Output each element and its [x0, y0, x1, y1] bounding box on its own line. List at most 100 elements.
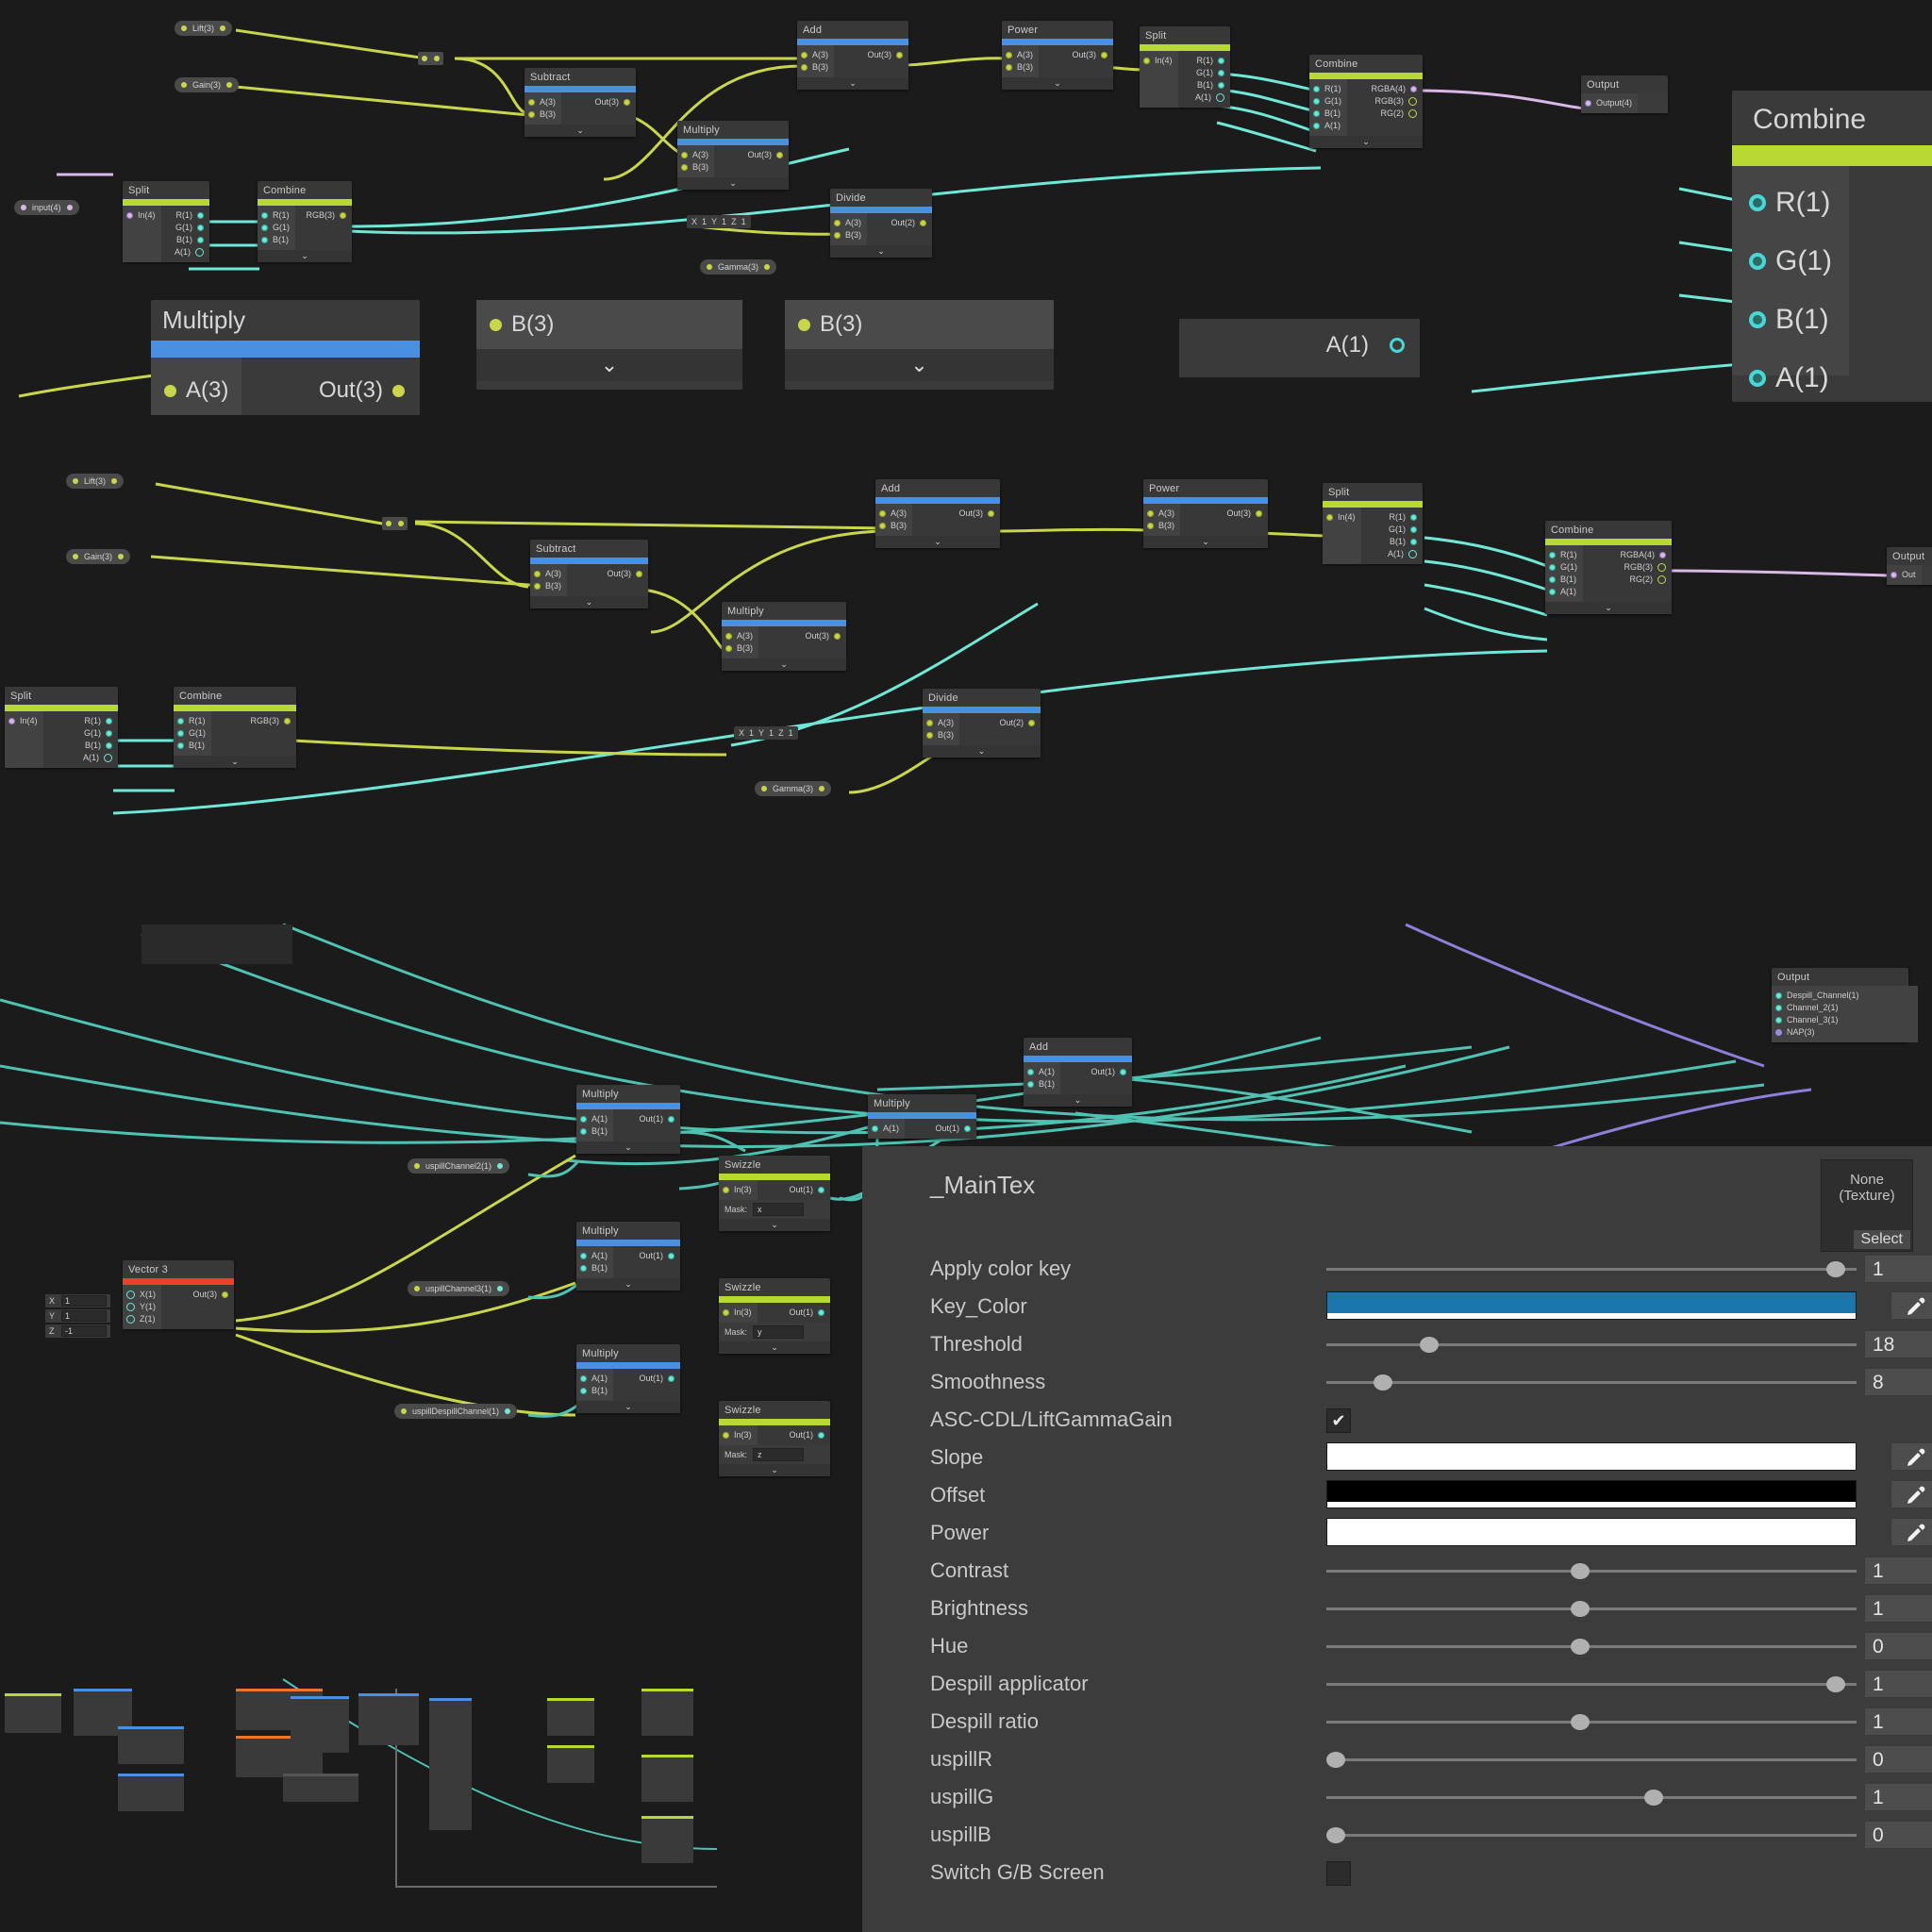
- node-output-port[interactable]: Out(1): [910, 1123, 971, 1135]
- node-input-port[interactable]: A(1): [580, 1373, 608, 1385]
- property-pill-uspill-despill-channel[interactable]: uspillDespillChannel(1): [394, 1404, 518, 1419]
- node-subtract-mid[interactable]: Subtract A(3) B(3) Out(3) ⌄: [530, 540, 648, 608]
- node-output-port[interactable]: B(1): [167, 234, 204, 246]
- property-pill-gamma-top[interactable]: Gamma(3): [700, 259, 777, 275]
- mini-node[interactable]: [291, 1696, 349, 1753]
- property-control[interactable]: 0: [1307, 1816, 1932, 1854]
- eyedropper-icon[interactable]: [1890, 1518, 1932, 1546]
- node-output-port[interactable]: RGB(3): [217, 715, 291, 727]
- slider-track[interactable]: [1326, 1381, 1857, 1384]
- node-input-port[interactable]: B(1): [580, 1385, 608, 1397]
- node-input-port[interactable]: B(3): [725, 642, 753, 655]
- node-output-port[interactable]: Out(2): [873, 217, 926, 229]
- node-input-port[interactable]: B(3): [834, 229, 861, 242]
- reroute-node-mid[interactable]: [382, 517, 408, 530]
- swizzle-mask-row[interactable]: Mask: z: [719, 1445, 830, 1464]
- chevron-down-icon[interactable]: ⌄: [1545, 602, 1672, 614]
- mini-node[interactable]: [641, 1816, 693, 1863]
- node-input-port[interactable]: B(3): [490, 311, 554, 338]
- node-output-port[interactable]: Out(3): [1186, 508, 1262, 520]
- property-control[interactable]: 8: [1307, 1363, 1932, 1401]
- node-split-mid-left[interactable]: Split In(4) R(1) G(1) B(1) A(1): [5, 687, 118, 768]
- node-divide-mid[interactable]: Divide A(3) B(3) Out(2) ⌄: [923, 689, 1041, 758]
- property-control[interactable]: 1: [1307, 1665, 1932, 1703]
- chevron-down-icon[interactable]: ⌄: [1143, 536, 1268, 548]
- node-input-port[interactable]: B(3): [798, 311, 862, 338]
- node-input-port[interactable]: A(3): [879, 508, 907, 520]
- node-output-port[interactable]: A(1): [1326, 332, 1405, 358]
- node-add-bottom[interactable]: Add A(1) B(1) Out(1) ⌄: [1024, 1038, 1132, 1107]
- mini-node[interactable]: [5, 1693, 61, 1733]
- y-value[interactable]: 1: [722, 217, 726, 226]
- node-output-port[interactable]: Out(3): [573, 568, 642, 580]
- node-input-port[interactable]: B(3): [534, 580, 561, 592]
- mini-node[interactable]: [641, 1689, 693, 1736]
- x-value[interactable]: 1: [749, 728, 754, 738]
- node-output-port[interactable]: B(1): [1184, 79, 1224, 92]
- property-control[interactable]: [1307, 1288, 1932, 1325]
- chevron-down-icon[interactable]: ⌄: [722, 658, 846, 671]
- node-input-port[interactable]: B(1): [580, 1262, 608, 1274]
- property-control[interactable]: 1: [1307, 1590, 1932, 1627]
- mini-node[interactable]: [283, 1774, 358, 1802]
- node-input-port[interactable]: A(1): [872, 1123, 899, 1135]
- chevron-down-icon[interactable]: ⌄: [1002, 77, 1113, 90]
- node-input-port[interactable]: A(3): [164, 377, 228, 404]
- node-output-port[interactable]: RGBA: [1858, 187, 1932, 219]
- node-combine-mid-left[interactable]: Combine R(1) G(1) B(1) RGB(3) ⌄: [174, 687, 296, 768]
- node-input-port[interactable]: Y(1): [126, 1301, 156, 1313]
- slider-track[interactable]: [1326, 1683, 1857, 1686]
- color-swatch[interactable]: [1326, 1518, 1857, 1546]
- node-output-port[interactable]: RG(2): [1589, 574, 1666, 586]
- mini-node[interactable]: [142, 924, 292, 964]
- node-output-port[interactable]: Out(3): [840, 49, 903, 61]
- zoom-node-b3-right[interactable]: B(3) ⌄: [785, 300, 1054, 390]
- node-input-port[interactable]: A(3): [681, 149, 708, 161]
- vector-xyz-strip-mid[interactable]: X 1 Y 1 Z 1: [734, 726, 798, 740]
- property-control[interactable]: 1: [1307, 1552, 1932, 1590]
- node-input-port[interactable]: X(1): [126, 1289, 156, 1301]
- value-input[interactable]: 1: [1864, 1670, 1932, 1698]
- node-input-port[interactable]: Z(1): [126, 1313, 156, 1325]
- chevron-down-icon[interactable]: ⌄: [576, 1141, 680, 1154]
- node-input-port[interactable]: A(3): [926, 717, 954, 729]
- node-input-port[interactable]: G(1): [1549, 561, 1577, 574]
- node-input-port[interactable]: G(1): [177, 727, 206, 740]
- swizzle-mask-row[interactable]: Mask: x: [719, 1200, 830, 1219]
- property-control[interactable]: 18: [1307, 1325, 1932, 1363]
- node-output-port[interactable]: Out(3): [167, 1289, 228, 1301]
- node-split-top[interactable]: Split In(4) R(1) G(1) B(1) A(1): [1140, 26, 1230, 108]
- z-value[interactable]: 1: [789, 728, 793, 738]
- node-output-port[interactable]: A(1): [49, 752, 112, 764]
- node-input-port[interactable]: In(4): [8, 715, 38, 727]
- property-control[interactable]: ✔: [1307, 1401, 1932, 1439]
- mask-input[interactable]: z: [753, 1448, 805, 1461]
- value-input[interactable]: 1: [1864, 1557, 1932, 1585]
- node-input-port[interactable]: B(3): [681, 161, 708, 174]
- property-control[interactable]: [1307, 1514, 1932, 1552]
- node-divide-top[interactable]: Divide A(3) B(3) Out(2) ⌄: [830, 189, 932, 258]
- node-multiply-mid[interactable]: Multiply A(3) B(3) Out(3) ⌄: [722, 602, 846, 671]
- node-input-port[interactable]: A(1): [580, 1250, 608, 1262]
- node-output-port[interactable]: G(1): [1184, 67, 1224, 79]
- mask-input[interactable]: x: [753, 1203, 805, 1216]
- value-input[interactable]: 1: [1864, 1594, 1932, 1623]
- node-input-port[interactable]: A(1): [1027, 1066, 1055, 1078]
- node-input-port[interactable]: A(3): [534, 568, 561, 580]
- node-input-port[interactable]: A(3): [725, 630, 753, 642]
- node-input-port[interactable]: In(3): [723, 1307, 752, 1319]
- x-value[interactable]: 1: [702, 217, 707, 226]
- mini-node[interactable]: [641, 1755, 693, 1802]
- node-subtract-top[interactable]: Subtract A(3) B(3) Out(3) ⌄: [525, 68, 636, 137]
- node-output-port[interactable]: Out(1): [1066, 1066, 1126, 1078]
- node-input-port[interactable]: R(1): [1549, 549, 1577, 561]
- color-swatch[interactable]: [1326, 1480, 1857, 1508]
- property-control[interactable]: [1307, 1476, 1932, 1514]
- property-control[interactable]: 1: [1307, 1703, 1932, 1740]
- node-output-port[interactable]: Out(2): [965, 717, 1035, 729]
- slider-track[interactable]: [1326, 1796, 1857, 1799]
- node-power-top[interactable]: Power A(3) B(3) Out(3) ⌄: [1002, 21, 1113, 90]
- property-control[interactable]: 0: [1307, 1627, 1932, 1665]
- value-input[interactable]: 0: [1864, 1821, 1932, 1849]
- node-output-port[interactable]: G(1): [1367, 524, 1417, 536]
